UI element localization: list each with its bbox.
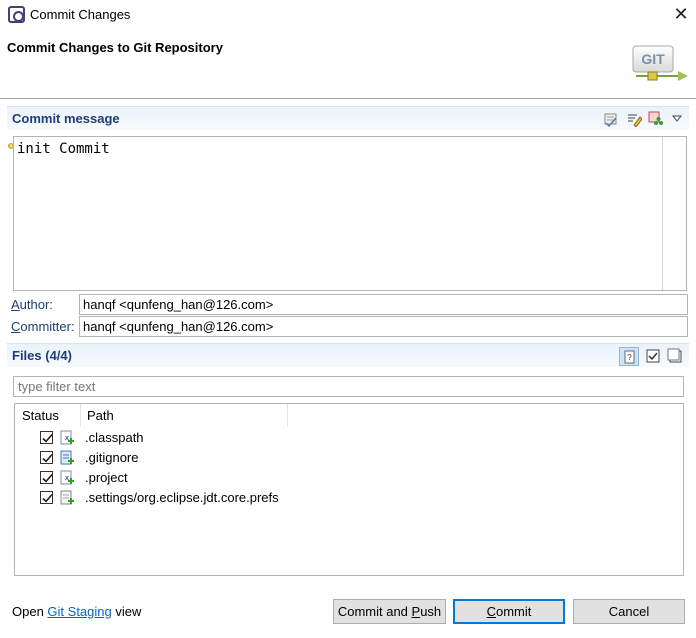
table-row[interactable]: .gitignore [15, 448, 683, 468]
file-filter-input[interactable]: type filter text [13, 376, 684, 397]
files-section-header: Files (4/4) ? [7, 343, 689, 367]
column-divider[interactable] [80, 404, 81, 427]
file-name: .classpath [85, 430, 144, 445]
file-checkbox[interactable] [40, 451, 53, 464]
cancel-button[interactable]: Cancel [573, 599, 685, 624]
deselect-all-icon[interactable] [667, 348, 683, 364]
window-title: Commit Changes [30, 7, 131, 22]
column-divider[interactable] [287, 404, 288, 427]
file-name: .project [85, 470, 128, 485]
file-checkbox[interactable] [40, 471, 53, 484]
column-header-status[interactable]: Status [22, 408, 59, 423]
committer-field[interactable]: hanqf <qunfeng_han@126.com> [79, 316, 688, 337]
xml-file-added-icon: x [60, 430, 74, 446]
close-icon[interactable]: ✕ [670, 3, 692, 25]
commit-message-section-title: Commit message [12, 111, 120, 126]
file-checkbox[interactable] [40, 431, 53, 444]
show-untracked-toggle-icon[interactable]: ? [619, 347, 639, 366]
svg-text:?: ? [627, 353, 632, 362]
dialog-title: Commit Changes to Git Repository [7, 40, 223, 55]
author-label: Author: [11, 297, 53, 312]
signed-off-icon[interactable] [648, 111, 664, 127]
commit-button[interactable]: Commit [453, 599, 565, 624]
commit-message-editor[interactable]: init Commit [13, 136, 687, 291]
select-all-icon[interactable] [645, 348, 661, 364]
git-staging-link[interactable]: Git Staging [47, 604, 111, 619]
commit-message-scrollbar[interactable] [662, 137, 663, 290]
header-separator [0, 98, 696, 99]
author-field[interactable]: hanqf <qunfeng_han@126.com> [79, 294, 688, 315]
git-logo-text: GIT [641, 51, 665, 67]
dialog-header: Commit Changes to Git Repository GIT [0, 30, 696, 98]
file-name: .gitignore [85, 450, 139, 465]
file-added-icon [60, 490, 74, 506]
table-row[interactable]: .settings/org.eclipse.jdt.core.prefs [15, 488, 683, 508]
git-logo-icon: GIT [632, 44, 690, 84]
files-table: Status Path x .classpath .gitignore x .p… [14, 403, 684, 576]
committer-label: Committer: [11, 319, 75, 334]
xml-file-added-icon: x [60, 470, 74, 486]
commit-message-section-header: Commit message [7, 106, 689, 130]
commit-message-text[interactable]: init Commit [17, 141, 110, 157]
file-name: .settings/org.eclipse.jdt.core.prefs [85, 490, 279, 505]
table-row[interactable]: x .classpath [15, 428, 683, 448]
title-bar: Commit Changes ✕ [0, 0, 696, 30]
table-row[interactable]: x .project [15, 468, 683, 488]
text-file-added-icon [60, 450, 74, 466]
column-header-path[interactable]: Path [87, 408, 114, 423]
commit-and-push-button[interactable]: Commit and Push [333, 599, 446, 624]
file-checkbox[interactable] [40, 491, 53, 504]
open-staging-view-text: Open Git Staging view [12, 604, 142, 619]
format-icon[interactable] [626, 111, 643, 128]
view-menu-icon[interactable] [669, 111, 685, 127]
spell-check-icon[interactable] [603, 111, 619, 128]
files-section-title: Files (4/4) [12, 348, 72, 363]
eclipse-app-icon [8, 6, 25, 23]
